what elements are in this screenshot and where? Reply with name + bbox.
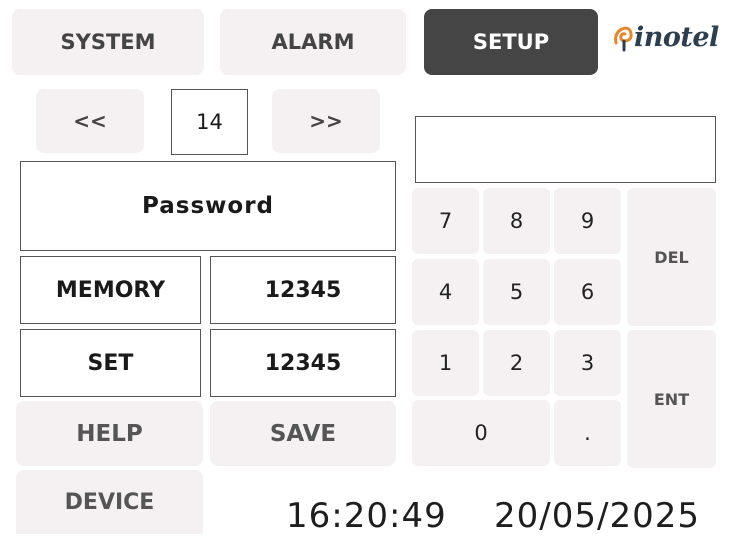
key-7[interactable]: 7: [412, 188, 479, 254]
delete-button[interactable]: DEL: [627, 188, 716, 326]
key-8[interactable]: 8: [483, 188, 550, 254]
clock-time: 16:20:49: [286, 496, 447, 536]
next-page-button[interactable]: >>: [272, 89, 380, 153]
key-2[interactable]: 2: [483, 330, 550, 396]
prev-page-button[interactable]: <<: [36, 89, 144, 153]
tab-alarm[interactable]: ALARM: [220, 9, 406, 75]
key-6[interactable]: 6: [554, 259, 621, 325]
key-dot[interactable]: .: [554, 400, 621, 466]
keypad-display: [415, 116, 716, 183]
key-5[interactable]: 5: [483, 259, 550, 325]
key-1[interactable]: 1: [412, 330, 479, 396]
key-0[interactable]: 0: [412, 400, 550, 466]
enter-button[interactable]: ENT: [627, 330, 716, 468]
brand-logo: inotel: [612, 22, 719, 53]
key-4[interactable]: 4: [412, 259, 479, 325]
clock-date: 20/05/2025: [494, 496, 700, 536]
set-value[interactable]: 12345: [210, 329, 396, 397]
key-3[interactable]: 3: [554, 330, 621, 396]
memory-value[interactable]: 12345: [210, 256, 396, 324]
page-number: 14: [171, 89, 248, 155]
help-button[interactable]: HELP: [16, 401, 203, 466]
password-title: Password: [20, 161, 396, 251]
inotel-swirl-icon: [614, 26, 633, 51]
tab-setup[interactable]: SETUP: [424, 9, 598, 75]
device-button[interactable]: DEVICE: [16, 470, 203, 534]
key-9[interactable]: 9: [554, 188, 621, 254]
set-label: SET: [20, 329, 201, 397]
memory-label: MEMORY: [20, 256, 201, 324]
tab-system[interactable]: SYSTEM: [12, 9, 204, 75]
save-button[interactable]: SAVE: [210, 401, 396, 466]
brand-name: inotel: [634, 22, 719, 53]
